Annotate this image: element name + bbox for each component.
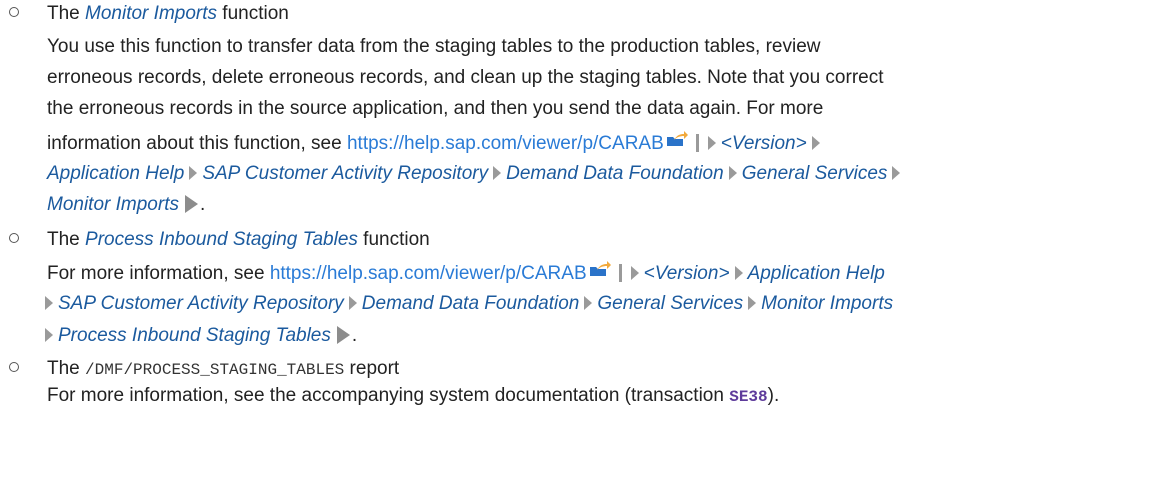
title-prefix: The	[47, 229, 86, 250]
path-start-bar-icon	[695, 134, 699, 152]
path-segment-monitor-imports[interactable]: Monitor Imports	[47, 194, 179, 215]
chevron-right-icon	[189, 165, 198, 180]
desc-line-1: You use this function to transfer data f…	[47, 36, 821, 57]
help-url-link[interactable]: https://help.sap.com/viewer/p/CARAB	[270, 263, 587, 284]
path-segment-monitor-imports[interactable]: Monitor Imports	[761, 293, 893, 314]
link-line: For more information, see https://help.s…	[47, 258, 885, 290]
chevron-right-icon	[748, 295, 757, 310]
sentence-end: .	[351, 325, 358, 346]
path-start-bar-icon	[618, 264, 622, 282]
external-link-icon[interactable]	[666, 128, 688, 156]
path-segment-application-help[interactable]: Application Help	[748, 263, 885, 284]
path-segment-application-help[interactable]: Application Help	[47, 163, 184, 184]
title-suffix: report	[344, 358, 400, 379]
bullet-icon	[9, 233, 19, 243]
path-segment-process-inbound[interactable]: Process Inbound Staging Tables	[58, 325, 331, 346]
chevron-right-icon	[811, 136, 820, 150]
report-code: /DMF/PROCESS_STAGING_TABLES	[85, 361, 345, 379]
path-segment-ddf[interactable]: Demand Data Foundation	[362, 293, 580, 314]
path-segment-general-services[interactable]: General Services	[742, 163, 888, 184]
link-intro: information about this function, see	[47, 133, 347, 155]
function-name: Monitor Imports	[85, 3, 218, 24]
chevron-right-icon	[707, 136, 716, 150]
chevron-right-icon	[493, 165, 502, 180]
title-suffix: function	[217, 3, 289, 24]
path-segment-version[interactable]: <Version>	[644, 263, 730, 284]
chevron-right-icon	[630, 266, 639, 280]
chevron-right-icon	[892, 165, 901, 180]
document-page: The Monitor Imports function You use thi…	[0, 0, 1165, 503]
chevron-right-icon	[584, 295, 593, 310]
chevron-right-icon	[734, 266, 743, 280]
path-segment-ddf[interactable]: Demand Data Foundation	[506, 163, 724, 184]
desc-line-2: erroneous records, delete erroneous reco…	[47, 67, 884, 88]
title-prefix: The	[47, 3, 86, 24]
chevron-end-icon	[184, 194, 198, 213]
item-title: The Monitor Imports function	[47, 0, 289, 28]
desc-line-1: For more information, see the accompanyi…	[47, 382, 779, 411]
chevron-end-icon	[336, 325, 350, 344]
desc-start: For more information, see the accompanyi…	[47, 385, 730, 406]
title-suffix: function	[357, 229, 430, 250]
path-segment-general-services[interactable]: General Services	[597, 293, 743, 314]
function-name: Process Inbound Staging Tables	[85, 229, 358, 250]
desc-end: ).	[767, 385, 780, 406]
sentence-end: .	[199, 194, 206, 215]
path-line-2: Process Inbound Staging Tables.	[40, 322, 357, 350]
chevron-right-icon	[728, 165, 737, 180]
bullet-icon	[9, 362, 19, 372]
bullet-icon	[9, 7, 19, 17]
chevron-right-icon	[45, 327, 53, 342]
title-prefix: The	[47, 358, 86, 379]
external-link-icon[interactable]	[589, 258, 611, 286]
chevron-right-icon	[45, 295, 53, 310]
help-url-link[interactable]: https://help.sap.com/viewer/p/CARAB	[347, 133, 664, 154]
link-line: information about this function, see htt…	[47, 128, 825, 160]
transaction-code: SE38	[729, 388, 768, 406]
chevron-right-icon	[348, 295, 357, 310]
path-line-1: Application Help SAP Customer Activity Re…	[47, 160, 905, 188]
path-line-2: Monitor Imports.	[47, 191, 205, 219]
path-segment-version[interactable]: <Version>	[721, 133, 807, 154]
item-title: The /DMF/PROCESS_STAGING_TABLES report	[47, 355, 399, 384]
path-segment-sap-car[interactable]: SAP Customer Activity Repository	[58, 293, 344, 314]
item-title: The Process Inbound Staging Tables funct…	[47, 226, 430, 254]
desc-line-3: the erroneous records in the source appl…	[47, 98, 824, 119]
link-intro: For more information, see	[47, 263, 270, 285]
path-line-1: SAP Customer Activity Repository Demand D…	[40, 290, 893, 318]
path-segment-sap-car[interactable]: SAP Customer Activity Repository	[202, 163, 488, 184]
